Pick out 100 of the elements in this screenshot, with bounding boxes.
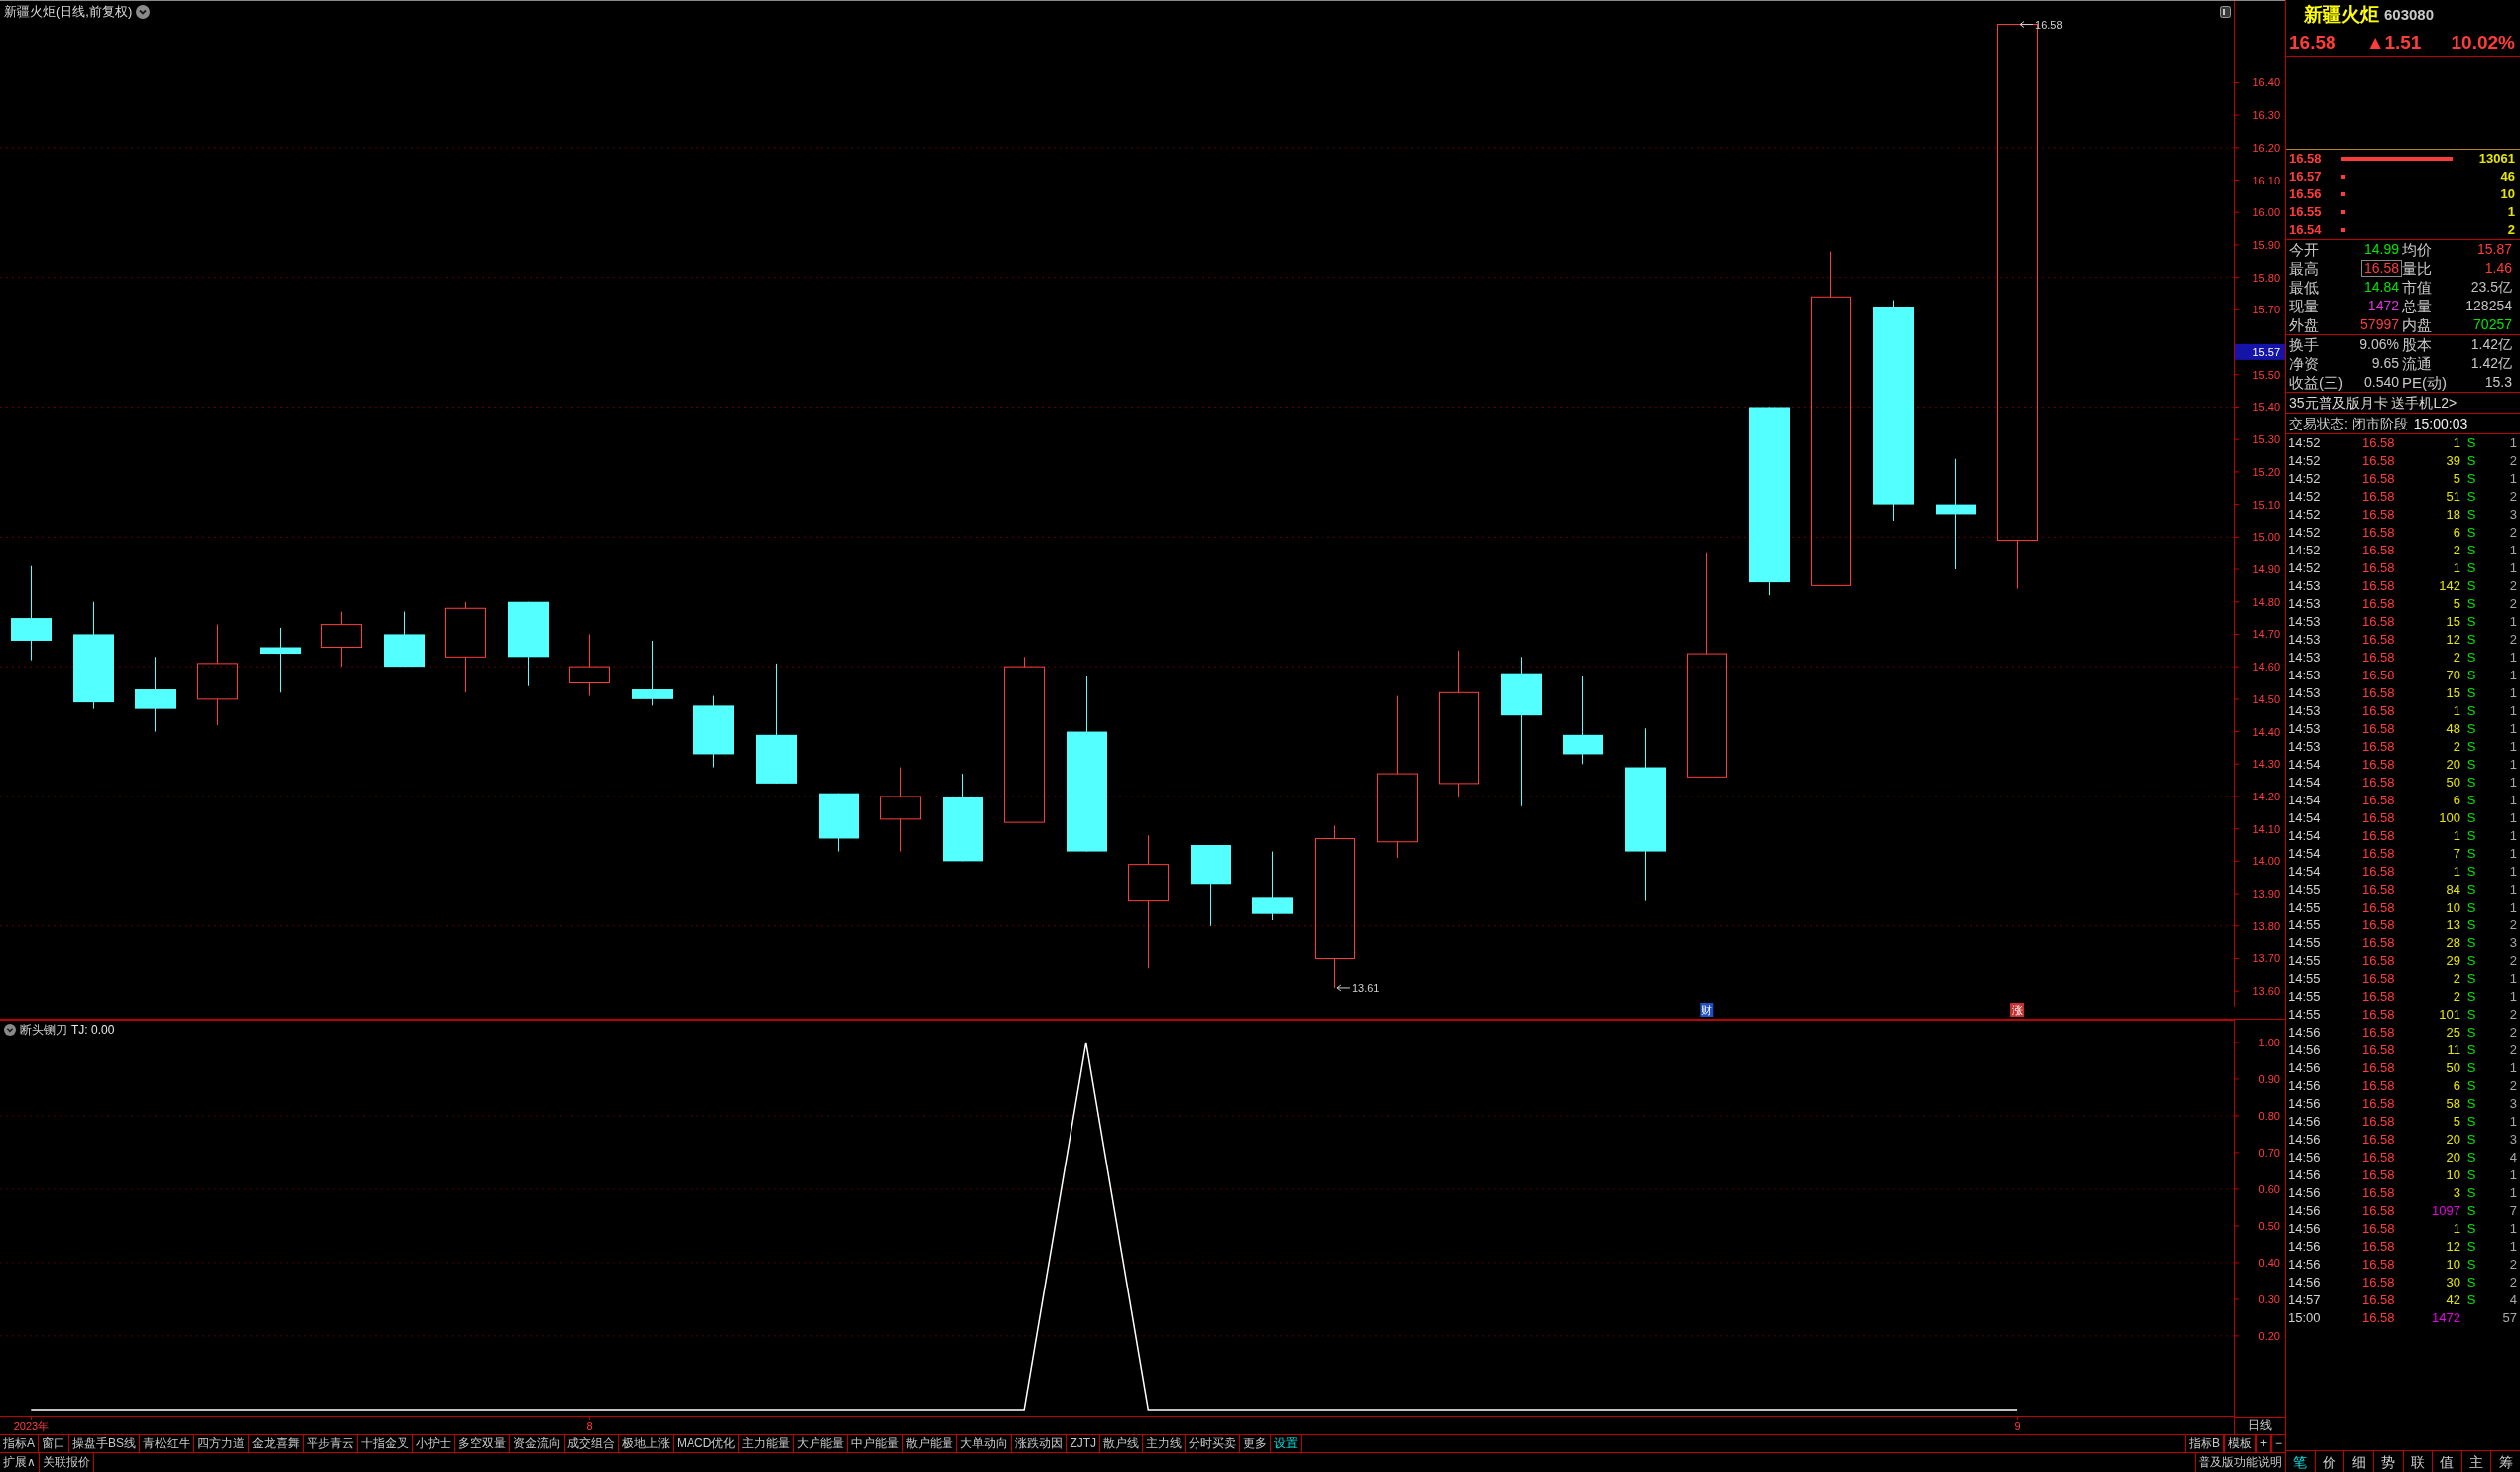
template-control[interactable]: 指标B [2184, 1435, 2224, 1452]
indicator-tab[interactable]: 中户能量 [848, 1435, 904, 1452]
trade-count: 1 [2508, 559, 2517, 577]
trade-side: S [2465, 559, 2477, 577]
indicator-tab[interactable]: 平步青云 [304, 1435, 359, 1452]
indicator-tab[interactable]: 大户能量 [794, 1435, 849, 1452]
price-axis-label: 16.10 [2252, 174, 2280, 186]
indicator-tab[interactable]: 设置 [1271, 1435, 1303, 1452]
trade-time: 14:53 [2288, 577, 2322, 595]
trade-side: S [2465, 1166, 2477, 1184]
trade-time: 14:52 [2288, 559, 2322, 577]
indicator-axis-label: 0.70 [2258, 1146, 2280, 1159]
trade-volume: 5 [2452, 1113, 2460, 1131]
price-axis-label: 15.70 [2252, 304, 2280, 316]
trade-count: 2 [2508, 1024, 2517, 1042]
template-control[interactable]: − [2271, 1435, 2285, 1452]
trade-count: 1 [2508, 827, 2517, 845]
indicator-tab[interactable]: 青松红牛 [140, 1435, 195, 1452]
help-link[interactable]: 普及版功能说明 [2195, 1453, 2285, 1472]
indicator-tab[interactable]: 散户能量 [903, 1435, 958, 1452]
detail-tab[interactable]: 势 [2373, 1451, 2404, 1472]
price-axis-label: 14.10 [2252, 822, 2280, 835]
stat-label: PE(动) [2402, 373, 2448, 392]
indicator-tab[interactable]: 散户线 [1100, 1435, 1144, 1452]
detail-tab[interactable]: 筹 [2491, 1451, 2520, 1472]
indicator-tab[interactable]: 主力能量 [739, 1435, 795, 1452]
indicator-axis-label: 0.40 [2258, 1256, 2280, 1269]
indicator-tab[interactable]: 四方力道 [194, 1435, 250, 1452]
detail-tab[interactable]: 笔 [2286, 1451, 2316, 1472]
trade-side: S [2465, 881, 2477, 899]
trade-time: 14:52 [2288, 506, 2322, 524]
indicator-tab[interactable]: 极地上涨 [619, 1435, 675, 1452]
trade-side: S [2465, 917, 2477, 934]
indicator-tab[interactable]: 指标A [0, 1435, 39, 1452]
trade-volume: 2 [2452, 738, 2460, 756]
trade-count: 1 [2508, 988, 2517, 1006]
price-change: ▲1.51 [2365, 31, 2422, 55]
promo-link[interactable]: 35元普及版月卡 送手机L2> [2289, 395, 2457, 411]
trade-price: 16.58 [2362, 631, 2396, 649]
detail-tab[interactable]: 值 [2433, 1451, 2462, 1472]
indicator-tab[interactable]: 主力线 [1143, 1435, 1187, 1452]
indicator-tab[interactable]: 分时买卖 [1186, 1435, 1241, 1452]
detail-tab[interactable]: 价 [2315, 1451, 2345, 1472]
trade-side: S [2465, 452, 2477, 470]
footer-tab[interactable]: 扩展∧ [0, 1453, 40, 1472]
detail-tab[interactable]: 细 [2344, 1451, 2374, 1472]
indicator-tab[interactable]: 更多 [1240, 1435, 1272, 1452]
template-control[interactable]: 模板 [2223, 1435, 2256, 1452]
indicator-tab[interactable]: 多空双量 [455, 1435, 511, 1452]
indicator-tab[interactable]: ZJTJ [1067, 1435, 1101, 1452]
indicator-tab[interactable]: 涨跌动因 [1012, 1435, 1068, 1452]
trade-count: 1 [2508, 970, 2517, 988]
trade-price: 16.58 [2362, 1006, 2396, 1024]
trade-volume: 20 [2445, 1149, 2460, 1166]
trade-time: 14:53 [2288, 702, 2322, 720]
trade-volume: 2 [2452, 542, 2460, 559]
trade-time: 14:53 [2288, 649, 2322, 667]
price-axis-label: 13.90 [2252, 888, 2280, 901]
detail-tab[interactable]: 联 [2403, 1451, 2434, 1472]
stat-label: 内盘 [2402, 315, 2433, 334]
template-control[interactable]: + [2255, 1435, 2271, 1452]
trade-volume: 1 [2452, 1220, 2460, 1238]
trade-side: S [2465, 1149, 2477, 1166]
stat-value: 0.540 [2362, 374, 2400, 391]
stat-label: 最低 [2289, 278, 2320, 297]
trade-count: 1 [2508, 542, 2517, 559]
period-label[interactable]: 日线 [2234, 1417, 2285, 1434]
indicator-tab[interactable]: 成交组合 [565, 1435, 620, 1452]
chevron-down-icon[interactable] [4, 1024, 16, 1037]
square-icon[interactable] [2220, 6, 2231, 18]
indicator-tab[interactable]: 操盘手BS线 [69, 1435, 141, 1452]
bid-volume: 46 [2499, 169, 2516, 184]
detail-tab[interactable]: 主 [2461, 1451, 2492, 1472]
volume-bar [2341, 192, 2345, 196]
indicator-tab[interactable]: 金龙喜舞 [249, 1435, 305, 1452]
indicator-tab[interactable]: MACD优化 [674, 1435, 740, 1452]
candlestick [569, 633, 610, 697]
stat-label: 市值 [2402, 278, 2433, 297]
trade-volume: 5 [2452, 470, 2460, 488]
indicator-tab[interactable]: 小护士 [413, 1435, 456, 1452]
cursor-price-tag: 15.57 [2235, 343, 2285, 360]
footer-tab[interactable]: 关联报价 [39, 1453, 94, 1472]
trade-price: 16.58 [2362, 559, 2396, 577]
trade-price: 16.58 [2362, 1042, 2396, 1059]
trade-volume: 5 [2452, 595, 2460, 613]
event-marker: 涨 [2010, 1003, 2025, 1017]
price-axis-label: 14.20 [2252, 790, 2280, 802]
chevron-down-icon[interactable] [136, 4, 151, 19]
indicator-tab[interactable]: 窗口 [39, 1435, 69, 1452]
indicator-title: 断头铡刀 [20, 1023, 67, 1038]
indicator-tab[interactable]: 十指金叉 [358, 1435, 414, 1452]
indicator-tab[interactable]: 资金流向 [510, 1435, 566, 1452]
trade-side: S [2465, 1291, 2477, 1309]
indicator-tab[interactable]: 大单动向 [957, 1435, 1013, 1452]
trade-side: S [2465, 488, 2477, 506]
price-callout: 13.61 [1336, 981, 1380, 994]
trade-count: 57 [2501, 1309, 2517, 1327]
trade-volume: 1 [2452, 702, 2460, 720]
trade-price: 16.58 [2362, 649, 2396, 667]
stat-value: 1.46 [2483, 260, 2513, 277]
